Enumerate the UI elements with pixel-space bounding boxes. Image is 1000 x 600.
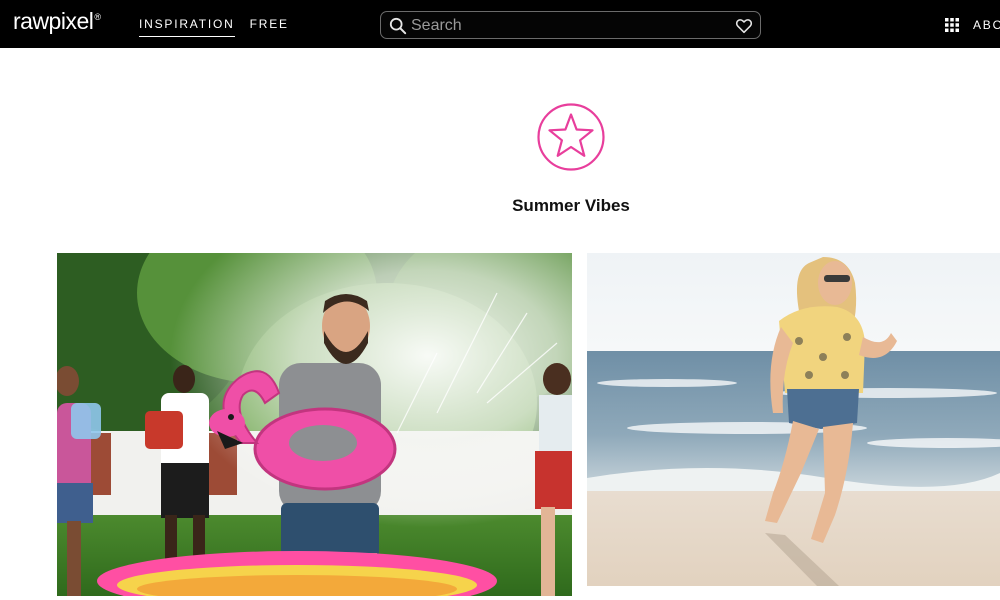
photo-water-party[interactable] [57, 253, 572, 596]
primary-nav: INSPIRATION FREE [139, 17, 289, 37]
photo-beach-walk[interactable] [587, 253, 1000, 586]
nav-about[interactable]: ABO [973, 18, 1000, 32]
rawpixel-logo[interactable]: rawpixel® [13, 8, 101, 35]
star-icon [537, 103, 605, 171]
search-bar[interactable] [380, 11, 761, 39]
heart-icon[interactable] [735, 17, 753, 35]
collection-title: Summer Vibes [512, 196, 630, 215]
search-icon[interactable] [389, 17, 407, 35]
photo-water-party-image [57, 253, 572, 596]
search-input[interactable] [411, 15, 721, 37]
apps-grid-icon[interactable] [945, 18, 959, 32]
logo-registered-mark: ® [94, 12, 101, 23]
nav-free[interactable]: FREE [250, 17, 289, 37]
top-navbar: rawpixel® INSPIRATION FREE ABO [0, 0, 1000, 48]
photo-beach-walk-image [587, 253, 1000, 586]
logo-text: rawpixel [13, 8, 94, 34]
nav-inspiration[interactable]: INSPIRATION [139, 17, 235, 37]
